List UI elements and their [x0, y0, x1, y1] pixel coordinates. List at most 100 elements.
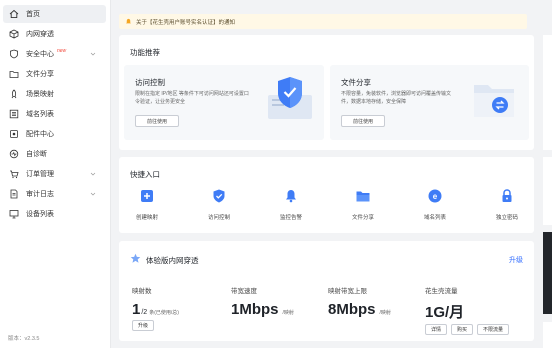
right-panel-edge: [543, 35, 552, 150]
chevron-down-icon[interactable]: [90, 51, 96, 57]
new-badge: new: [57, 48, 67, 54]
sidebar-item-diagnose[interactable]: 自诊断: [3, 145, 106, 163]
stat-bandwidth: 带宽速度 1Mbps /映射: [231, 285, 294, 318]
home-icon: [9, 9, 19, 19]
sidebar-item-label: 自诊断: [26, 151, 47, 158]
right-dark-panel: [543, 232, 552, 314]
chevron-down-icon[interactable]: [90, 191, 96, 197]
sidebar-item-security[interactable]: 安全中心 new: [3, 45, 106, 63]
stat-value: 1G/月: [425, 301, 509, 322]
sidebar-item-label: 安全中心: [26, 51, 54, 58]
mapping-total: /2: [141, 309, 148, 316]
plus-icon: [139, 188, 155, 204]
peak-unit: /映射: [379, 310, 391, 316]
upgrade-button[interactable]: 升级: [132, 320, 155, 331]
right-panel-edge: [543, 322, 552, 348]
section-title: 功能推荐: [130, 48, 160, 57]
monitor-icon: [9, 209, 19, 219]
domain-icon: e: [427, 188, 443, 204]
chevron-down-icon[interactable]: [90, 171, 96, 177]
go-use-button[interactable]: 前往使用: [135, 115, 179, 127]
section-title: 快捷入口: [130, 170, 160, 179]
list-icon: [9, 109, 19, 119]
file-share-card[interactable]: 文件分享 不限容量，免装软件，浏览器即可访问覆盖传输文件，数据本地存储，安全保障…: [330, 65, 529, 140]
quick-entry-file-share[interactable]: 文件分享: [333, 188, 393, 221]
sidebar-item-scene-mapping[interactable]: 场景映射: [3, 85, 106, 103]
quick-entry-card: 快捷入口: [119, 157, 534, 233]
shield-check-icon: [211, 188, 227, 204]
star-icon: [130, 253, 141, 263]
sidebar-item-label: 首页: [26, 11, 40, 18]
rec-card-title: 文件分享: [341, 78, 371, 87]
quick-entry-access-control[interactable]: 访问控制: [189, 188, 249, 221]
rec-card-desc: 限制在指定 IP/地区 等条件下可访问网站还可设置口令验证，让业务更安全: [135, 91, 249, 105]
sidebar-item-devices[interactable]: 设备列表: [3, 205, 106, 223]
quick-entry-independent-password[interactable]: 独立密码: [477, 188, 537, 221]
shield-illustration-icon: [268, 77, 312, 119]
right-panel-edge: [543, 157, 552, 225]
unlimited-traffic-button[interactable]: 不限流量: [477, 324, 510, 335]
stat-peak-bandwidth: 映射带宽上限 8Mbps /映射: [328, 285, 391, 318]
cube-icon: [9, 29, 19, 39]
stat-value: 1Mbps /映射: [231, 301, 294, 318]
sidebar-item-label: 设备列表: [26, 211, 54, 218]
sidebar-item-domain-list[interactable]: 域名列表: [3, 105, 106, 123]
sidebar-item-label: 审计日志: [26, 191, 54, 198]
peak-value: 8Mbps: [328, 301, 376, 318]
sidebar-item-label: 内网穿透: [26, 31, 54, 38]
rec-card-desc: 不限容量，免装软件，浏览器即可访问覆盖传输文件，数据本地存储，安全保障: [341, 91, 452, 105]
sidebar-item-file-share[interactable]: 文件分享: [3, 65, 106, 83]
folder-illustration-icon: [474, 85, 514, 117]
sidebar-item-tunnel[interactable]: 内网穿透: [3, 25, 106, 43]
folder-icon: [9, 69, 19, 79]
details-button[interactable]: 详情: [425, 324, 448, 335]
sidebar-item-orders[interactable]: 订单管理: [3, 165, 106, 183]
plan-title: 体验版内网穿透: [146, 256, 199, 265]
version-label: 版本：v2.3.5: [8, 336, 40, 342]
quick-entry-label: 访问控制: [207, 215, 230, 221]
notice-bar[interactable]: 关于【花生壳用户账号实名认证】的通知: [119, 14, 527, 29]
sidebar-item-label: 文件分享: [26, 71, 54, 78]
quick-entry-monitor-alert[interactable]: 监控告警: [261, 188, 321, 221]
diagnose-icon: [9, 149, 19, 159]
lock-icon: [499, 188, 515, 204]
upgrade-link[interactable]: 升级: [509, 255, 523, 265]
bandwidth-unit: /映射: [282, 310, 294, 316]
stat-label: 映射数: [132, 288, 152, 295]
rec-card-title: 访问控制: [135, 78, 165, 87]
stat-value: 8Mbps /映射: [328, 301, 391, 318]
stat-value: 1 /2 条(已使用/总): [132, 301, 179, 318]
order-icon: [9, 169, 19, 179]
stat-traffic: 花生壳流量 1G/月 详情 购买 不限流量: [425, 285, 510, 335]
notice-icon: [126, 18, 131, 24]
sidebar-item-label: 场景映射: [26, 91, 54, 98]
device-icon: [9, 129, 19, 139]
quick-entry-domain-list[interactable]: e 域名列表: [405, 188, 465, 221]
folder-icon: [355, 188, 371, 204]
traffic-value: 1G/月: [425, 304, 465, 321]
sidebar-item-audit-log[interactable]: 审计日志: [3, 185, 106, 203]
stat-label: 映射带宽上限: [328, 288, 367, 295]
sidebar: 首页 内网穿透 安全中心 new 文件分享 场景映射 域名列表 配件中心 自诊断…: [0, 0, 111, 348]
sidebar-item-home[interactable]: 首页: [3, 5, 106, 23]
feature-recommend-card: 功能推荐 访问控制 限制在指定 IP/地区 等条件下可访问网站还可设置口令验证，…: [119, 35, 534, 150]
access-control-card[interactable]: 访问控制 限制在指定 IP/地区 等条件下可访问网站还可设置口令验证，让业务更安…: [124, 65, 324, 140]
stat-mappings: 映射数 1 /2 条(已使用/总) 升级: [132, 285, 179, 331]
quick-entry-label: 监控告警: [279, 215, 302, 221]
rocket-icon: [9, 89, 19, 99]
mapping-used: 1: [132, 301, 141, 318]
sidebar-item-label: 域名列表: [26, 111, 54, 118]
quick-entry-label: 独立密码: [495, 215, 518, 221]
quick-entry-label: 文件分享: [351, 215, 374, 221]
shield-icon: [9, 49, 19, 59]
bandwidth-value: 1Mbps: [231, 301, 279, 318]
sidebar-item-accessories[interactable]: 配件中心: [3, 125, 106, 143]
quick-entry-label: 创建映射: [135, 215, 158, 221]
quick-entry-label: 域名列表: [423, 215, 446, 221]
go-use-button[interactable]: 前往使用: [341, 115, 385, 127]
bell-icon: [283, 188, 299, 204]
log-icon: [9, 189, 19, 199]
quick-entry-create-mapping[interactable]: 创建映射: [117, 188, 177, 221]
buy-button[interactable]: 购买: [451, 324, 474, 335]
stat-label: 花生壳流量: [425, 288, 458, 295]
